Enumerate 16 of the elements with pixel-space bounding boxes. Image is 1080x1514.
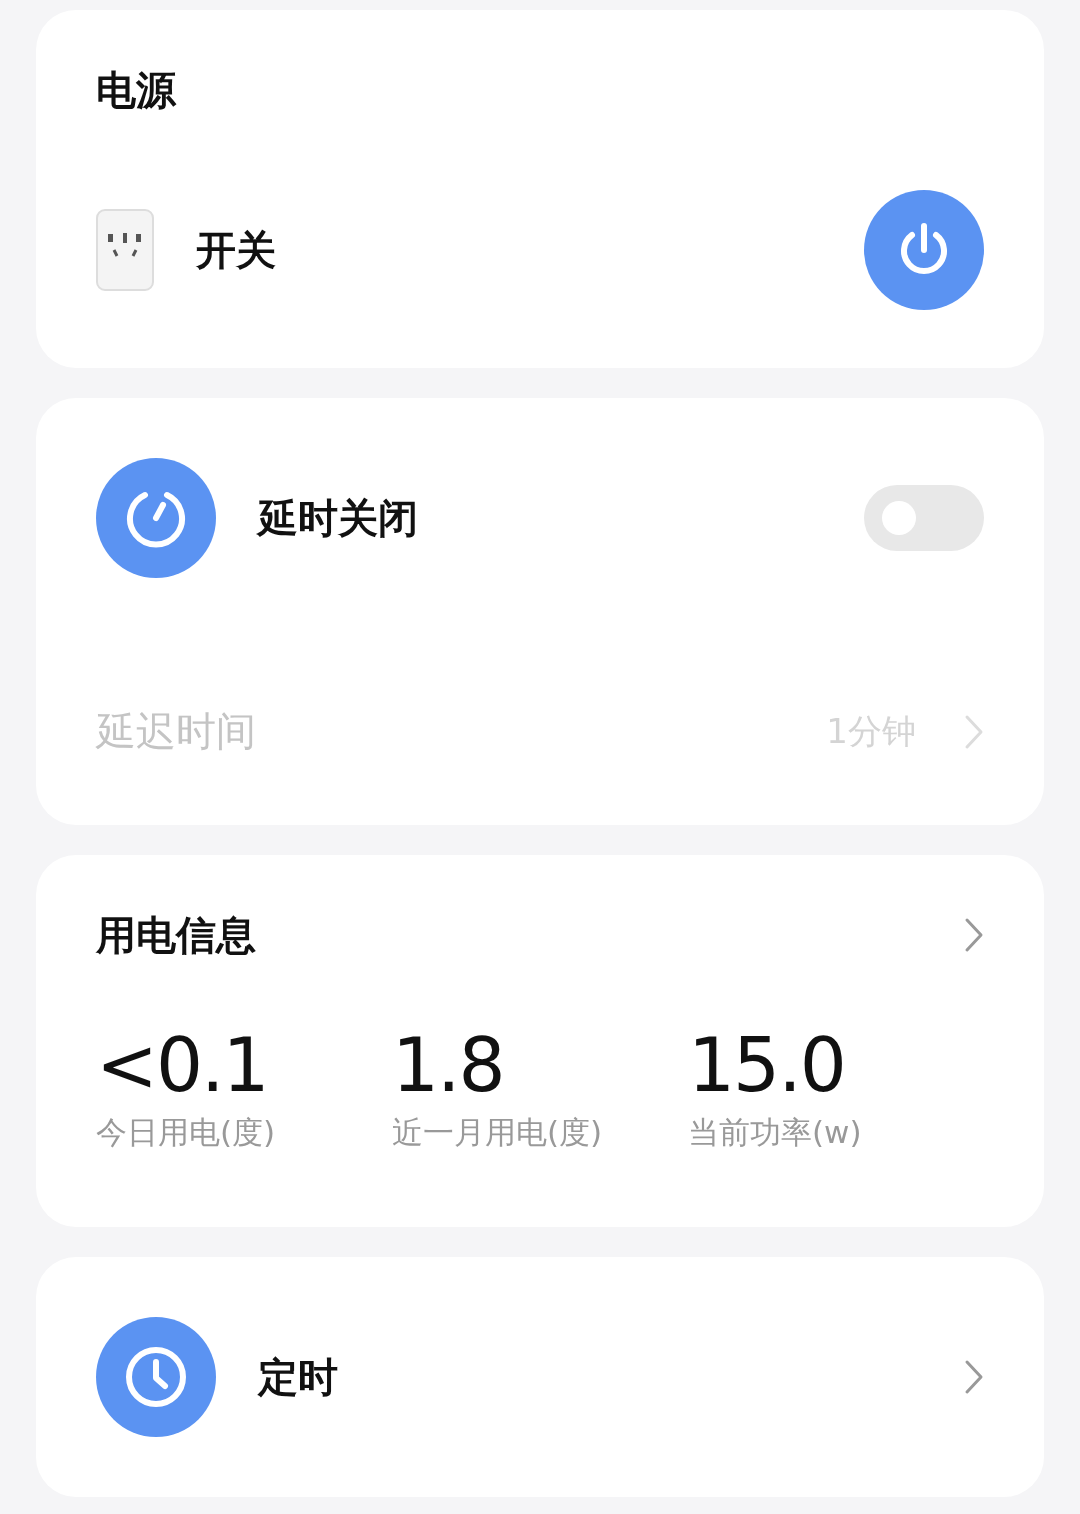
stat-value: <0.1 [96, 1025, 269, 1107]
card-title: 用电信息 [96, 910, 257, 960]
stat-value: 15.0 [688, 1025, 846, 1107]
chevron-icon [964, 713, 984, 750]
chevron-icon [964, 917, 984, 953]
delay-off-label: 延时关闭 [258, 493, 419, 543]
stat-label: 今日用电(度) [96, 1113, 277, 1153]
stat-label: 近一月用电(度) [392, 1113, 604, 1153]
delay-time-label: 延迟时间 [96, 707, 257, 756]
stat-value: 1.8 [392, 1025, 505, 1107]
stat-label: 当前功率(w) [688, 1113, 863, 1153]
power-socket-icon [96, 209, 154, 291]
switch-label: 开关 [196, 225, 277, 275]
chevron-icon [964, 1359, 984, 1395]
timer-label: 定时 [258, 1352, 339, 1402]
card-title: 电源 [96, 65, 176, 115]
